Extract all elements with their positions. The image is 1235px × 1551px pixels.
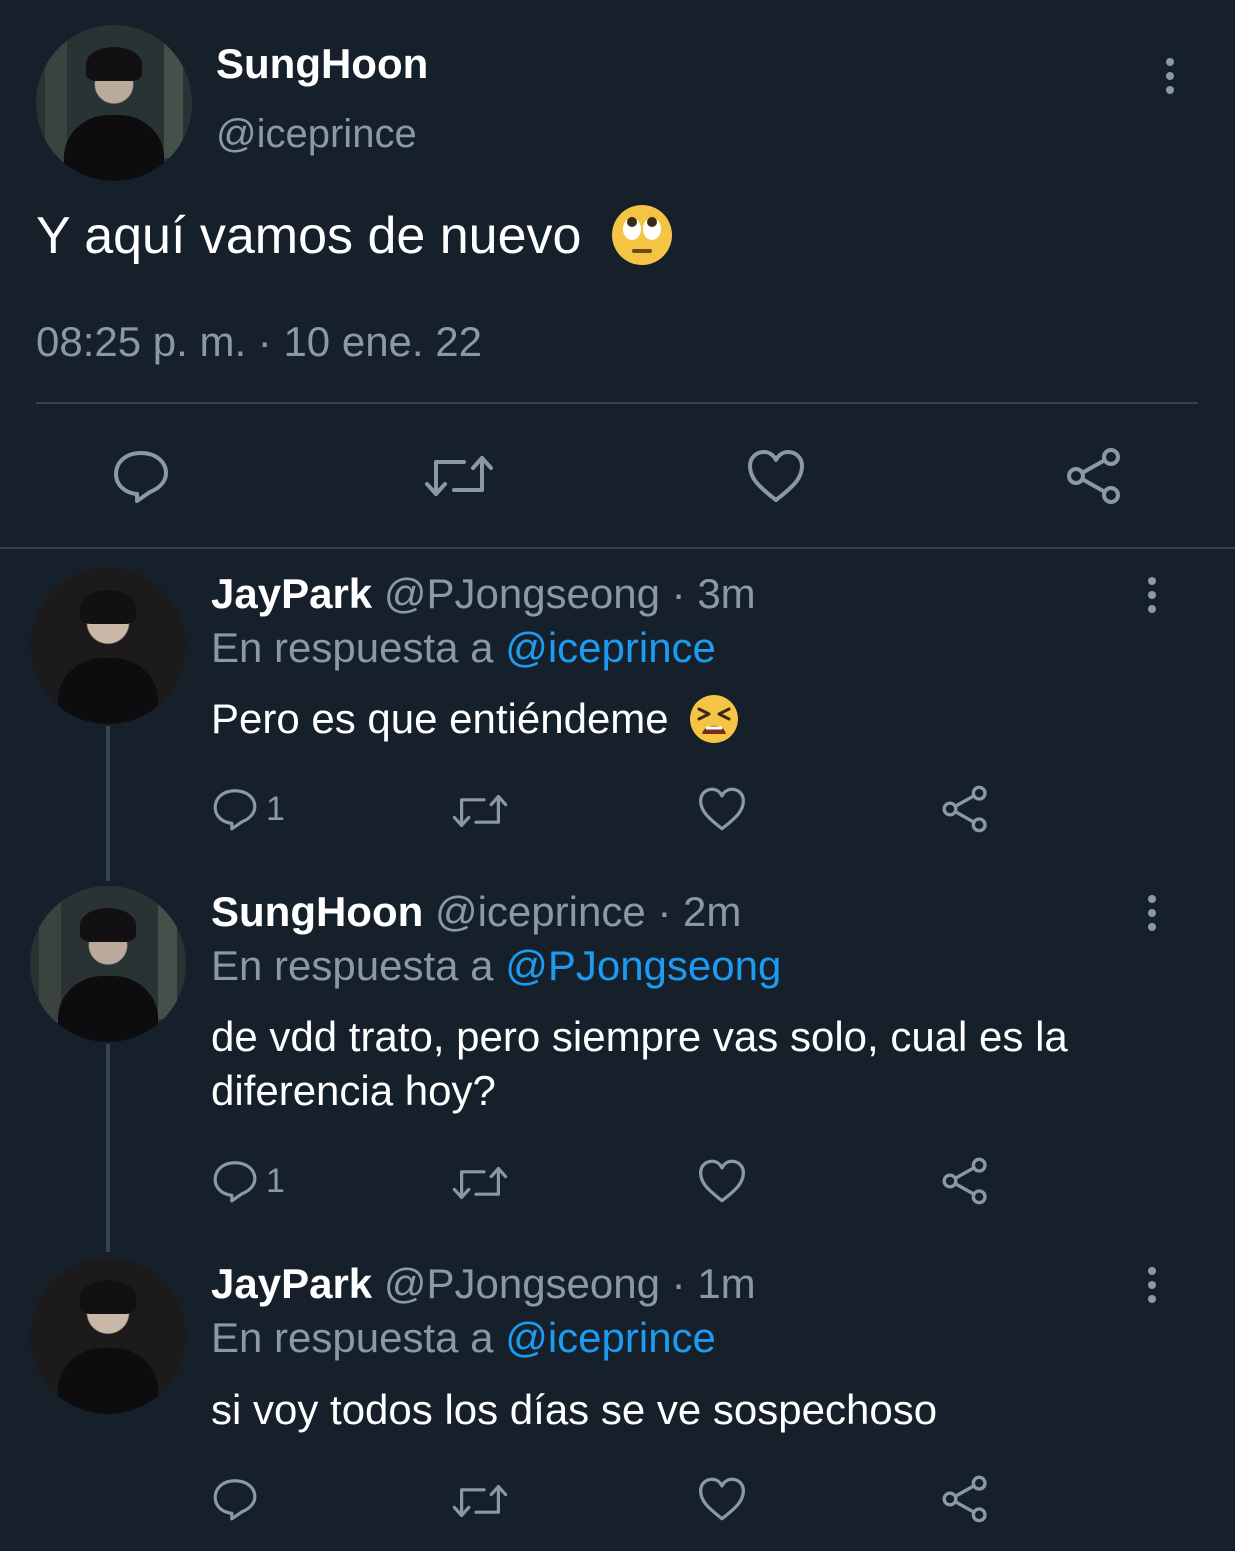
tired-face-emoji-icon [690,694,739,743]
reply-3-author-name[interactable]: JayPark [211,1260,372,1307]
avatar-reply-3[interactable] [30,1258,186,1414]
reply-3-retweet-button[interactable] [452,1480,508,1522]
retweet-icon [452,1167,508,1199]
main-tweet-timestamp: 08:25 p. m. · 10 ene. 22 [36,318,482,365]
more-options-icon[interactable] [1148,895,1158,937]
reply-1-text: Pero es que entiéndeme [211,695,669,742]
main-divider [36,402,1198,404]
reply-1-reply-count: 1 [266,789,285,828]
reply-1-author-name[interactable]: JayPark [211,570,372,617]
reply-2-reply-count: 1 [266,1161,285,1200]
reply-2-like-button[interactable] [697,1158,747,1204]
more-options-icon[interactable] [1148,577,1158,619]
reply-2-retweet-button[interactable] [452,1162,508,1204]
reply-2-reply-button[interactable]: 1 [212,1158,285,1204]
share-button-main[interactable] [1064,446,1124,506]
more-options-icon[interactable] [1148,1267,1158,1309]
reply-2-author-name[interactable]: SungHoon [211,888,423,935]
reply-2-context-mention[interactable]: @PJongseong [505,942,781,989]
reply-3-reply-button[interactable] [212,1476,266,1522]
reply-2-context: En respuesta a @PJongseong [211,942,781,990]
reply-1-context: En respuesta a @iceprince [211,624,716,672]
reply-3-like-button[interactable] [697,1476,747,1522]
avatar-reply-1[interactable] [30,568,186,724]
reply-2-text-line-1: de vdd trato, pero siempre vas solo, cua… [211,1013,1068,1060]
reply-icon [213,789,257,831]
thread-line-1 [106,726,110,881]
reply-3-header: JayPark @PJongseong · 1m [211,1260,756,1308]
like-icon [699,1477,745,1521]
main-tweet-text: Y aquí vamos de nuevo [36,207,582,265]
reply-1-retweet-button[interactable] [452,790,508,832]
reply-3-context-mention[interactable]: @iceprince [505,1314,716,1361]
reply-2-time: · 2m [657,888,742,935]
rolling-eyes-emoji-icon [611,205,672,266]
reply-2-header: SungHoon @iceprince · 2m [211,888,741,936]
retweet-icon [452,1485,508,1517]
reply-icon [213,1161,257,1203]
reply-1-like-button[interactable] [697,786,747,832]
reply-3-text: si voy todos los días se ve sospechoso [211,1386,938,1433]
share-icon [1067,448,1120,504]
main-tweet-text-row: Y aquí vamos de nuevo [36,205,674,267]
reply-1-text-row: Pero es que entiéndeme [211,694,740,745]
reply-1-context-mention[interactable]: @iceprince [505,624,716,671]
like-icon [699,787,745,831]
reply-1-header: JayPark @PJongseong · 3m [211,570,756,618]
reply-2-context-prefix: En respuesta a [211,942,494,989]
reply-1-time: · 3m [671,570,756,617]
like-icon [748,450,804,502]
share-icon [942,785,987,833]
reply-1-reply-button[interactable]: 1 [212,786,285,832]
thread-line-2 [106,1044,110,1252]
like-button-main[interactable] [746,448,806,504]
reply-2-share-button[interactable] [940,1156,990,1206]
main-author-handle[interactable]: @iceprince [216,112,417,157]
section-divider [0,547,1235,549]
more-options-icon[interactable] [1166,58,1176,100]
reply-button-main[interactable] [112,448,170,504]
reply-1-share-button[interactable] [940,784,990,834]
retweet-button-main[interactable] [424,450,494,502]
reply-1-context-prefix: En respuesta a [211,624,494,671]
avatar-reply-2[interactable] [30,886,186,1042]
like-icon [699,1159,745,1203]
share-icon [942,1157,987,1205]
reply-2-text-line-2: diferencia hoy? [211,1067,496,1114]
reply-3-author-handle[interactable]: @PJongseong [384,1260,660,1307]
reply-3-share-button[interactable] [940,1474,990,1524]
reply-3-time: · 1m [671,1260,756,1307]
reply-icon [114,451,168,503]
share-icon [942,1475,987,1523]
main-author-name[interactable]: SungHoon [216,40,428,88]
reply-3-context-prefix: En respuesta a [211,1314,494,1361]
reply-2-author-handle[interactable]: @iceprince [435,888,646,935]
retweet-icon [452,795,508,828]
reply-icon [213,1479,257,1521]
reply-3-context: En respuesta a @iceprince [211,1314,716,1362]
reply-1-author-handle[interactable]: @PJongseong [384,570,660,617]
avatar-main[interactable] [36,25,192,181]
retweet-icon [425,456,493,496]
